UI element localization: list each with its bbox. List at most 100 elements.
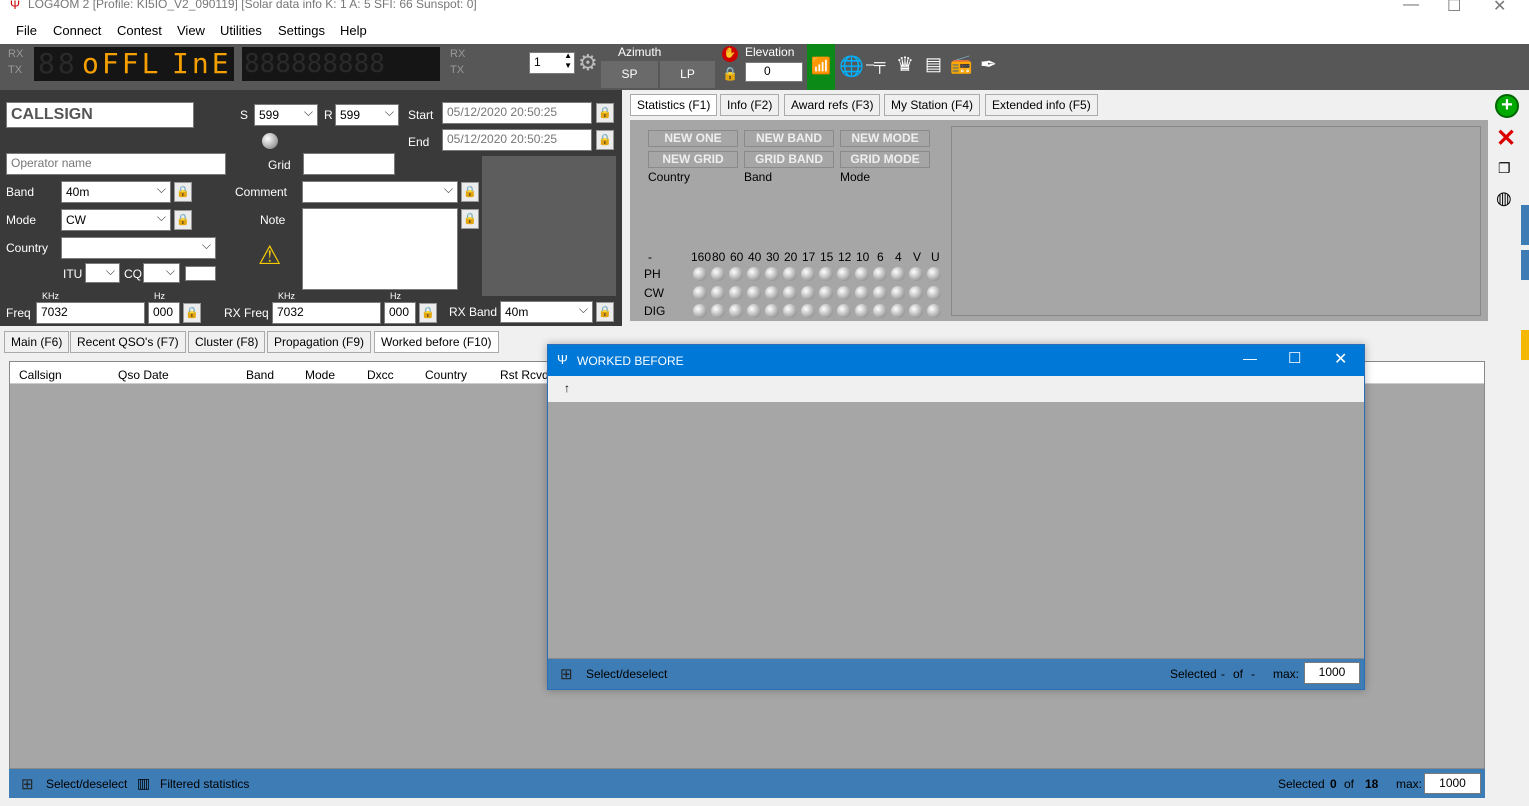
mode-lock-icon[interactable]: 🔒 <box>174 210 192 230</box>
col-dxcc[interactable]: Dxcc <box>367 368 394 382</box>
tab-my-station[interactable]: My Station (F4) <box>884 94 981 116</box>
cq-select[interactable] <box>143 263 180 283</box>
rxfreq-lock-icon[interactable]: 🔒 <box>419 303 437 323</box>
window-icon[interactable]: ❐ <box>1498 160 1511 177</box>
add-qso-button[interactable]: + <box>1495 94 1519 118</box>
start-datetime[interactable]: 05/12/2020 20:50:25 <box>442 102 592 124</box>
select-grid-icon[interactable]: ⊞ <box>21 775 34 793</box>
tab-extended-info[interactable]: Extended info (F5) <box>985 94 1098 116</box>
note-lock-icon[interactable]: 🔒 <box>461 209 479 229</box>
freq-input[interactable]: 7032 <box>36 302 145 324</box>
callsign-input[interactable]: CALLSIGN <box>6 102 194 128</box>
tab-main[interactable]: Main (F6) <box>4 331 70 353</box>
note-textarea[interactable] <box>302 208 458 290</box>
col-mode[interactable]: Mode <box>305 368 335 382</box>
band-stat-label: Band <box>744 170 773 184</box>
band-led <box>873 304 887 318</box>
gear-icon[interactable]: ⚙ <box>578 50 598 76</box>
tab-award-refs[interactable]: Award refs (F3) <box>784 94 881 116</box>
minimize-icon[interactable]: — <box>1403 0 1419 14</box>
globe-icon[interactable]: 🌐 <box>839 54 864 79</box>
tab-info[interactable]: Info (F2) <box>720 94 780 116</box>
popup-maximize-icon[interactable]: ☐ <box>1288 349 1301 367</box>
freq-hz-input[interactable]: 000 <box>148 302 180 324</box>
band-lock-icon[interactable]: 🔒 <box>174 182 192 202</box>
start-label: Start <box>408 108 434 122</box>
country-select[interactable] <box>61 237 216 259</box>
menu-connect[interactable]: Connect <box>53 23 101 38</box>
spin-arrows-icon[interactable]: ▲ ▼ <box>564 53 572 71</box>
server-icon[interactable]: ▤ <box>925 54 942 75</box>
sp-button[interactable]: SP <box>601 61 658 88</box>
comment-select[interactable] <box>302 181 458 203</box>
operator-placeholder: Operator name <box>11 156 92 170</box>
rst-rcvd-select[interactable]: 599 <box>335 104 399 126</box>
max-input[interactable]: 1000 <box>1424 773 1481 794</box>
col-band[interactable]: Band <box>246 368 274 382</box>
mode-select[interactable]: CW <box>61 209 171 231</box>
popup-max-input[interactable]: 1000 <box>1304 662 1360 684</box>
col-qso-date[interactable]: Qso Date <box>118 368 169 382</box>
rxband-value: 40m <box>505 305 529 319</box>
close-icon[interactable]: ✕ <box>1493 0 1506 16</box>
tab-statistics[interactable]: Statistics (F1) <box>630 94 718 116</box>
popup-select-icon[interactable]: ⊞ <box>560 665 573 683</box>
lp-button[interactable]: LP <box>660 61 715 88</box>
menu-help[interactable]: Help <box>340 23 367 38</box>
menu-contest[interactable]: Contest <box>117 23 162 38</box>
menu-view[interactable]: View <box>177 23 205 38</box>
stop-hand-icon[interactable]: ✋ <box>722 46 738 62</box>
popup-select-label[interactable]: Select/deselect <box>586 667 667 681</box>
popup-close-icon[interactable]: ✕ <box>1334 349 1347 369</box>
callsign-placeholder: CALLSIGN <box>11 106 93 123</box>
rxband-lock-icon[interactable]: 🔒 <box>596 302 614 322</box>
popup-title-bar[interactable]: Ψ WORKED BEFORE — ☐ ✕ <box>548 345 1364 376</box>
pen-icon[interactable]: ✒ <box>980 52 997 77</box>
itu-select[interactable] <box>85 263 120 283</box>
lock-icon[interactable]: 🔒 <box>722 66 738 82</box>
band-select[interactable]: 40m <box>61 181 171 203</box>
col-callsign[interactable]: Callsign <box>19 368 62 382</box>
rxfreq-input[interactable]: 7032 <box>272 302 381 324</box>
menu-file[interactable]: File <box>16 23 37 38</box>
rst-sent-select[interactable]: 599 <box>254 104 318 126</box>
radio-spinner[interactable]: 1 ▲ ▼ <box>529 52 575 74</box>
edge-strip-3 <box>1521 330 1529 360</box>
tab-worked-before[interactable]: Worked before (F10) <box>374 331 499 353</box>
tab-cluster[interactable]: Cluster (F8) <box>188 331 266 353</box>
comment-label: Comment <box>235 185 288 199</box>
tab-recent-qsos[interactable]: Recent QSO's (F7) <box>70 331 186 353</box>
radio-icon[interactable]: 📻 <box>950 54 972 75</box>
select-deselect-label[interactable]: Select/deselect <box>46 777 127 791</box>
crown-icon[interactable]: ♛ <box>896 52 914 77</box>
start-lock-icon[interactable]: 🔒 <box>596 103 614 123</box>
operator-input[interactable]: Operator name <box>6 153 226 175</box>
bar-chart-icon[interactable]: ▥ <box>137 775 150 792</box>
cq-extra[interactable] <box>185 266 216 281</box>
tab-info-label: Info (F2) <box>727 98 773 112</box>
tab-propagation[interactable]: Propagation (F9) <box>267 331 372 353</box>
grid-input[interactable] <box>303 153 395 175</box>
comment-lock-icon[interactable]: 🔒 <box>461 182 479 202</box>
menu-utilities[interactable]: Utilities <box>220 23 262 38</box>
freq-lock-icon[interactable]: 🔒 <box>183 303 201 323</box>
menu-settings[interactable]: Settings <box>278 23 325 38</box>
maximize-icon[interactable]: ☐ <box>1447 0 1461 16</box>
elevation-input[interactable]: 0 <box>745 62 803 82</box>
filtered-stats-label[interactable]: Filtered statistics <box>160 777 249 791</box>
delete-icon[interactable]: ✕ <box>1496 124 1516 153</box>
cat-connect-button[interactable]: 📶 <box>807 44 835 90</box>
khz-label-2: KHz <box>278 291 296 301</box>
col-rst-rcvd[interactable]: Rst Rcvd <box>500 368 549 382</box>
end-datetime[interactable]: 05/12/2020 20:50:25 <box>442 129 592 151</box>
popup-arrow-up-icon[interactable]: ↑ <box>564 381 570 395</box>
tx-label-2: TX <box>450 64 465 76</box>
popup-minimize-icon[interactable]: — <box>1243 350 1257 366</box>
rxband-select[interactable]: 40m <box>500 301 593 323</box>
earth-icon[interactable]: ◍ <box>1496 188 1512 209</box>
col-country[interactable]: Country <box>425 368 467 382</box>
rxfreq-hz-input[interactable]: 000 <box>384 302 416 324</box>
band-led <box>891 286 905 300</box>
end-lock-icon[interactable]: 🔒 <box>596 130 614 150</box>
key-icon[interactable]: ⎯╤ <box>866 56 885 74</box>
